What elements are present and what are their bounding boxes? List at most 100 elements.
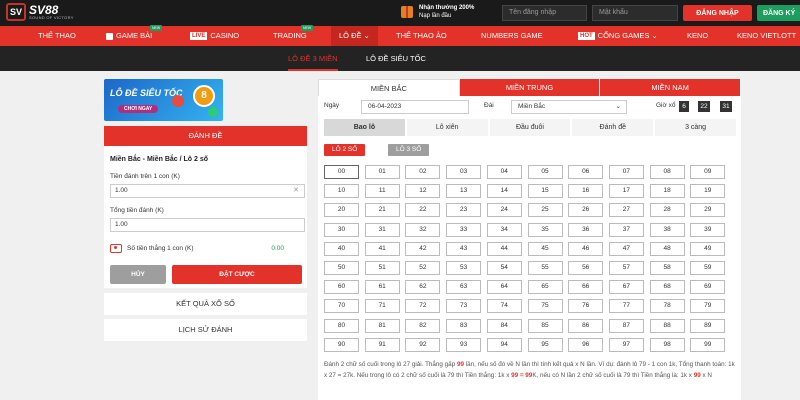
number-cell[interactable]: 96: [568, 337, 604, 352]
number-cell[interactable]: 00: [324, 165, 359, 179]
nav-item-keno-vietlott[interactable]: KENO VIETLOTT: [737, 26, 796, 46]
number-cell[interactable]: 07: [608, 165, 644, 179]
number-cell[interactable]: 64: [486, 280, 522, 295]
number-cell[interactable]: 19: [690, 184, 726, 199]
number-cell[interactable]: 04: [486, 165, 522, 179]
number-cell[interactable]: 63: [446, 280, 482, 295]
number-cell[interactable]: 37: [608, 222, 644, 237]
tab-mien-bac[interactable]: MIỀN BẮC: [318, 79, 460, 96]
cancel-button[interactable]: HỦY: [110, 265, 166, 284]
number-cell[interactable]: 69: [690, 280, 726, 295]
promo-banner-lo-de-sieu-toc[interactable]: LÔ ĐỀ SIÊU TỐC CHƠI NGAY 8: [104, 79, 223, 121]
number-cell[interactable]: 30: [324, 222, 359, 237]
number-cell[interactable]: 87: [608, 318, 644, 333]
number-cell[interactable]: 11: [364, 184, 400, 199]
number-cell[interactable]: 50: [324, 261, 359, 275]
number-cell[interactable]: 68: [649, 280, 685, 295]
password-input[interactable]: Mật khẩu: [592, 5, 678, 21]
number-cell[interactable]: 81: [364, 318, 400, 333]
number-cell[interactable]: 74: [486, 299, 522, 314]
number-cell[interactable]: 53: [446, 261, 482, 275]
tab-bao-lo[interactable]: Bao lô: [324, 119, 405, 136]
number-cell[interactable]: 72: [405, 299, 441, 314]
tab-lo-xien[interactable]: Lô xiên: [406, 119, 488, 136]
stake-input[interactable]: 1.00 ✕: [110, 184, 305, 198]
number-cell[interactable]: 90: [324, 337, 359, 352]
number-cell[interactable]: 12: [405, 184, 441, 199]
number-cell[interactable]: 84: [486, 318, 522, 333]
number-cell[interactable]: 39: [690, 222, 726, 237]
number-cell[interactable]: 98: [649, 337, 685, 352]
nav-item-keno[interactable]: KENO: [687, 26, 708, 46]
number-cell[interactable]: 51: [364, 261, 400, 275]
number-cell[interactable]: 02: [405, 165, 441, 179]
total-input[interactable]: 1.00: [110, 218, 305, 232]
number-cell[interactable]: 79: [690, 299, 726, 314]
number-cell[interactable]: 91: [364, 337, 400, 352]
number-cell[interactable]: 03: [446, 165, 482, 179]
subtab-lo-3-so[interactable]: LÔ 3 SỐ: [388, 144, 430, 156]
nav-item-numbers-game[interactable]: NUMBERS GAME: [481, 26, 543, 46]
number-cell[interactable]: 77: [608, 299, 644, 314]
number-cell[interactable]: 21: [364, 203, 400, 218]
number-cell[interactable]: 05: [527, 165, 563, 179]
number-cell[interactable]: 54: [486, 261, 522, 275]
number-cell[interactable]: 17: [608, 184, 644, 199]
nav-item-trading[interactable]: TRADING NEW: [273, 25, 314, 46]
tab-mien-trung[interactable]: MIỀN TRUNG: [459, 79, 601, 96]
clear-icon[interactable]: ✕: [293, 185, 299, 197]
number-cell[interactable]: 88: [649, 318, 685, 333]
number-cell[interactable]: 41: [364, 241, 400, 256]
number-cell[interactable]: 55: [527, 261, 563, 275]
nav-item-game-bai[interactable]: GAME BÀI NEW: [106, 25, 163, 46]
number-cell[interactable]: 78: [649, 299, 685, 314]
number-cell[interactable]: 86: [568, 318, 604, 333]
number-cell[interactable]: 33: [446, 222, 482, 237]
number-cell[interactable]: 45: [527, 241, 563, 256]
number-cell[interactable]: 15: [527, 184, 563, 199]
number-cell[interactable]: 25: [527, 203, 563, 218]
number-cell[interactable]: 01: [364, 165, 400, 179]
number-cell[interactable]: 76: [568, 299, 604, 314]
number-cell[interactable]: 22: [405, 203, 441, 218]
number-cell[interactable]: 42: [405, 241, 441, 256]
number-cell[interactable]: 75: [527, 299, 563, 314]
number-cell[interactable]: 47: [608, 241, 644, 256]
number-cell[interactable]: 99: [690, 337, 726, 352]
number-cell[interactable]: 67: [608, 280, 644, 295]
number-cell[interactable]: 31: [364, 222, 400, 237]
number-cell[interactable]: 40: [324, 241, 359, 256]
number-cell[interactable]: 44: [486, 241, 522, 256]
subnav-lo-de-3-mien[interactable]: LÔ ĐỀ 3 MIỀN: [288, 46, 338, 71]
lottery-results-link[interactable]: KẾT QUẢ XỔ SỐ: [104, 293, 307, 315]
number-cell[interactable]: 65: [527, 280, 563, 295]
number-cell[interactable]: 95: [527, 337, 563, 352]
number-cell[interactable]: 62: [405, 280, 441, 295]
number-cell[interactable]: 82: [405, 318, 441, 333]
register-button[interactable]: ĐĂNG KÝ: [757, 5, 800, 21]
place-bet-button[interactable]: ĐẶT CƯỢC: [172, 265, 302, 284]
number-cell[interactable]: 56: [568, 261, 604, 275]
number-cell[interactable]: 66: [568, 280, 604, 295]
banner-play-button[interactable]: CHƠI NGAY: [118, 105, 159, 113]
number-cell[interactable]: 28: [649, 203, 685, 218]
number-cell[interactable]: 29: [690, 203, 726, 218]
number-cell[interactable]: 57: [608, 261, 644, 275]
number-cell[interactable]: 70: [324, 299, 359, 314]
number-cell[interactable]: 27: [608, 203, 644, 218]
nav-item-casino[interactable]: LIVE CASINO: [190, 26, 239, 46]
nav-item-lo-de[interactable]: LÔ ĐỀ ⌄: [331, 26, 378, 46]
username-input[interactable]: Tên đăng nhập: [502, 5, 587, 21]
number-cell[interactable]: 46: [568, 241, 604, 256]
nav-item-cong-games[interactable]: HOT CỔNG GAMES ⌄: [578, 26, 658, 46]
number-cell[interactable]: 43: [446, 241, 482, 256]
number-cell[interactable]: 24: [486, 203, 522, 218]
number-cell[interactable]: 59: [690, 261, 726, 275]
number-cell[interactable]: 35: [527, 222, 563, 237]
bet-history-link[interactable]: LỊCH SỬ ĐÁNH: [104, 319, 307, 341]
number-cell[interactable]: 23: [446, 203, 482, 218]
number-cell[interactable]: 06: [568, 165, 604, 179]
number-cell[interactable]: 36: [568, 222, 604, 237]
number-cell[interactable]: 16: [568, 184, 604, 199]
number-cell[interactable]: 20: [324, 203, 359, 218]
